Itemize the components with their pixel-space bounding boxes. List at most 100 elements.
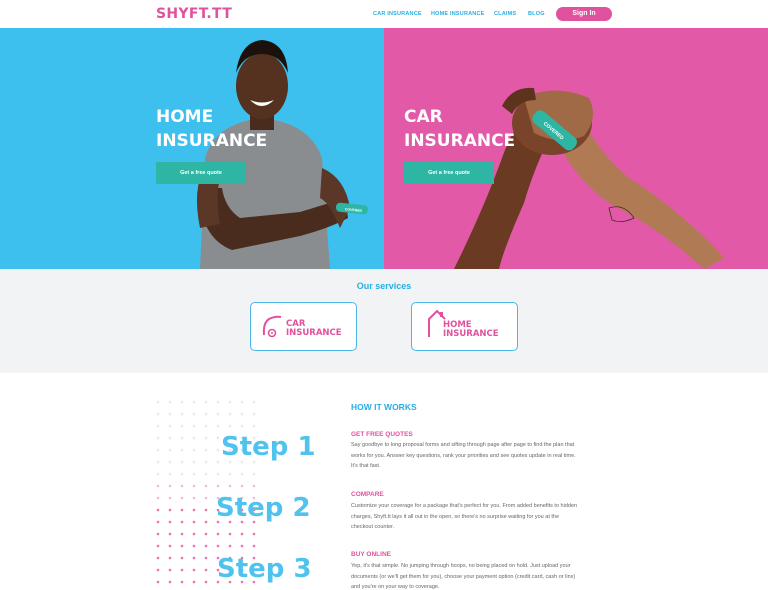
pattern-dot bbox=[156, 424, 160, 428]
hero-car-title: CAR INSURANCE bbox=[404, 105, 515, 153]
logo[interactable]: SHYFT.TT bbox=[156, 6, 232, 22]
pattern-dot bbox=[192, 448, 196, 452]
pattern-dot bbox=[192, 568, 196, 572]
pattern-dot bbox=[204, 400, 208, 404]
nav-blog[interactable]: BLOG bbox=[528, 11, 545, 17]
pattern-dot bbox=[216, 448, 220, 452]
pattern-dot bbox=[192, 544, 196, 548]
pattern-dot bbox=[192, 460, 196, 464]
section-get-quotes-body: Say goodbye to long proposal forms and s… bbox=[351, 442, 576, 469]
pattern-dot bbox=[192, 580, 196, 584]
pattern-dot bbox=[228, 472, 232, 476]
pattern-dot bbox=[252, 532, 256, 536]
pattern-dot bbox=[156, 448, 160, 452]
site-header: SHYFT.TT CAR INSURANCE HOME INSURANCE CL… bbox=[0, 0, 768, 28]
pattern-dot bbox=[252, 424, 256, 428]
pattern-dot bbox=[216, 544, 220, 548]
pattern-dot bbox=[180, 568, 184, 572]
pattern-dot bbox=[156, 472, 160, 476]
pattern-dot bbox=[216, 424, 220, 428]
pattern-dot bbox=[204, 412, 208, 416]
pattern-dot bbox=[168, 580, 172, 584]
pattern-dot bbox=[192, 508, 196, 512]
pattern-dot bbox=[180, 580, 184, 584]
pattern-dot bbox=[252, 412, 256, 416]
pattern-dot bbox=[204, 568, 208, 572]
pattern-dot bbox=[168, 424, 172, 428]
pattern-dot bbox=[228, 412, 232, 416]
pattern-dot bbox=[168, 448, 172, 452]
pattern-dot bbox=[192, 520, 196, 524]
pattern-dot bbox=[156, 412, 160, 416]
pattern-dot bbox=[180, 544, 184, 548]
section-get-quotes-title: GET FREE QUOTES bbox=[351, 431, 413, 438]
nav-home-insurance[interactable]: HOME INSURANCE bbox=[431, 11, 485, 17]
pattern-dot bbox=[216, 532, 220, 536]
section-buy-online-body: Yep, it's that simple. No jumping throug… bbox=[351, 563, 576, 590]
hero-home-title-line1: HOME bbox=[156, 107, 214, 127]
pattern-dot bbox=[168, 520, 172, 524]
pattern-dot bbox=[180, 412, 184, 416]
pattern-dot bbox=[216, 412, 220, 416]
pattern-dot bbox=[192, 424, 196, 428]
pattern-dot bbox=[216, 472, 220, 476]
pattern-dot bbox=[156, 460, 160, 464]
pattern-dot bbox=[204, 496, 208, 500]
pattern-dot bbox=[252, 484, 256, 488]
pattern-dot bbox=[180, 508, 184, 512]
pattern-dot bbox=[168, 472, 172, 476]
step-2-label: Step 2 bbox=[216, 493, 311, 523]
pattern-dot bbox=[252, 544, 256, 548]
hero-car-panel: COVERED CAR INSURANCE Get a free quote bbox=[384, 28, 768, 269]
pattern-dot bbox=[192, 412, 196, 416]
service-car-label: CAR INSURANCE bbox=[286, 320, 342, 338]
how-it-works-title: HOW IT WORKS bbox=[351, 402, 417, 412]
pattern-dot bbox=[252, 472, 256, 476]
pattern-dot bbox=[240, 532, 244, 536]
pattern-dot bbox=[252, 400, 256, 404]
pattern-dot bbox=[156, 580, 160, 584]
pattern-dot bbox=[192, 400, 196, 404]
pattern-dot bbox=[180, 520, 184, 524]
pattern-dot bbox=[228, 424, 232, 428]
car-get-quote-button[interactable]: Get a free quote bbox=[404, 162, 494, 184]
pattern-dot bbox=[204, 544, 208, 548]
pattern-dot bbox=[168, 532, 172, 536]
service-card-car[interactable]: CAR INSURANCE bbox=[250, 302, 357, 351]
step-3-label: Step 3 bbox=[217, 554, 312, 584]
pattern-dot bbox=[168, 556, 172, 560]
pattern-dot bbox=[168, 496, 172, 500]
pattern-dot bbox=[180, 436, 184, 440]
car-icon bbox=[262, 315, 282, 338]
pattern-dot bbox=[240, 412, 244, 416]
pattern-dot bbox=[204, 580, 208, 584]
pattern-dot bbox=[156, 520, 160, 524]
service-home-label: HOME INSURANCE bbox=[443, 321, 499, 339]
section-compare-title: COMPARE bbox=[351, 491, 384, 498]
services-title: Our services bbox=[356, 281, 412, 291]
pattern-dot bbox=[204, 436, 208, 440]
service-card-home[interactable]: HOME INSURANCE bbox=[411, 302, 518, 351]
pattern-dot bbox=[156, 508, 160, 512]
pattern-dot bbox=[180, 448, 184, 452]
nav-car-insurance[interactable]: CAR INSURANCE bbox=[373, 11, 422, 17]
sign-in-button[interactable]: Sign In bbox=[556, 7, 612, 21]
pattern-dot bbox=[156, 544, 160, 548]
home-get-quote-button[interactable]: Get a free quote bbox=[156, 162, 246, 184]
pattern-dot bbox=[204, 460, 208, 464]
pattern-dot bbox=[192, 436, 196, 440]
pattern-dot bbox=[180, 460, 184, 464]
pattern-dot bbox=[156, 568, 160, 572]
pattern-dot bbox=[168, 484, 172, 488]
section-compare-body: Customize your coverage for a package th… bbox=[351, 503, 578, 530]
pattern-dot bbox=[228, 544, 232, 548]
pattern-dot bbox=[156, 496, 160, 500]
hero-home-title: HOME INSURANCE bbox=[156, 105, 267, 153]
pattern-dot bbox=[204, 508, 208, 512]
nav-claims[interactable]: CLAIMS bbox=[494, 11, 516, 17]
pattern-dot bbox=[168, 436, 172, 440]
pattern-dot bbox=[180, 556, 184, 560]
hero-car-title-line1: CAR bbox=[404, 107, 443, 127]
pattern-dot bbox=[204, 424, 208, 428]
section-buy-online-title: BUY ONLINE bbox=[351, 551, 391, 558]
